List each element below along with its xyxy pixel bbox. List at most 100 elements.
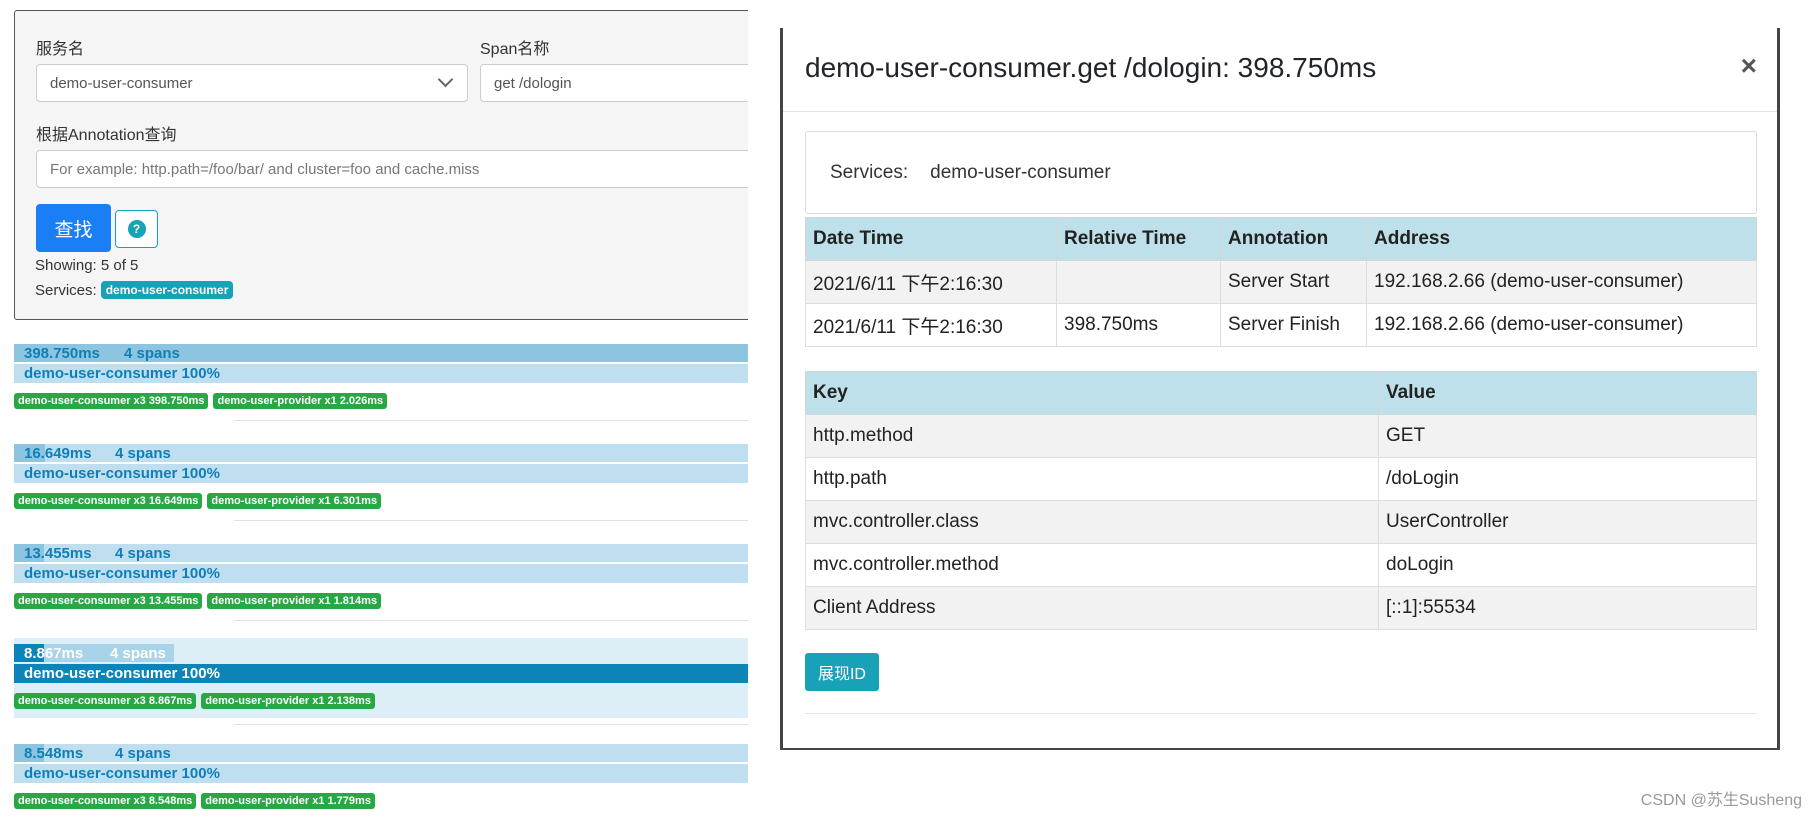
trace-service-tags: demo-user-consumer x3 16.649ms demo-user…	[14, 493, 382, 509]
table-cell: doLogin	[1378, 543, 1757, 587]
service-select[interactable]: demo-user-consumer	[36, 64, 468, 102]
service-tag: demo-user-consumer x3 8.548ms	[14, 793, 197, 809]
table-row: Client Address [::1]:55534	[805, 586, 1757, 630]
annotations-table: Date Time Relative Time Annotation Addre…	[805, 217, 1757, 347]
trace-service-tags: demo-user-consumer x3 13.455ms demo-user…	[14, 593, 382, 609]
table-cell: http.method	[805, 414, 1379, 458]
modal-header-divider	[783, 111, 1777, 112]
trace-item[interactable]: 8.548ms 4 spans demo-user-consumer 100% …	[14, 744, 748, 824]
trace-duration: 16.649ms	[24, 445, 92, 462]
trace-service-pct: demo-user-consumer 100%	[24, 565, 220, 582]
table-cell: mvc.controller.class	[805, 500, 1379, 544]
table-row: http.path /doLogin	[805, 457, 1757, 501]
table-cell: 398.750ms	[1056, 303, 1221, 347]
trace-service-pct: demo-user-consumer 100%	[24, 665, 220, 682]
trace-divider	[234, 420, 748, 421]
service-tag: demo-user-consumer x3 8.867ms	[14, 693, 197, 709]
services-key: Services:	[830, 161, 909, 183]
trace-item[interactable]: 16.649ms 4 spans demo-user-consumer 100%…	[14, 444, 748, 540]
left-panel: 服务名 demo-user-consumer Span名称 get /dolog…	[0, 0, 748, 824]
trace-service-tags: demo-user-consumer x3 398.750ms demo-use…	[14, 393, 388, 409]
service-select-value: demo-user-consumer	[50, 75, 193, 92]
modal-title: demo-user-consumer.get /dologin: 398.750…	[805, 52, 1377, 83]
column-header: Address	[1366, 217, 1757, 261]
trace-service-bar: demo-user-consumer 100%	[14, 764, 748, 783]
annotation-query-placeholder: For example: http.path=/foo/bar/ and clu…	[50, 161, 480, 178]
table-cell: mvc.controller.method	[805, 543, 1379, 587]
table-row: 2021/6/11 下午2:16:30 398.750ms Server Fin…	[805, 303, 1757, 347]
column-header: Date Time	[805, 217, 1057, 261]
trace-service-bar: demo-user-consumer 100%	[14, 364, 748, 383]
trace-service-tags: demo-user-consumer x3 8.867ms demo-user-…	[14, 693, 375, 709]
showing-count: Showing: 5 of 5	[35, 257, 139, 274]
help-button[interactable]: ?	[115, 210, 158, 248]
table-row: http.method GET	[805, 414, 1757, 458]
services-summary-label: Services:	[35, 281, 97, 299]
column-header: Annotation	[1220, 217, 1367, 261]
table-row: mvc.controller.method doLogin	[805, 543, 1757, 587]
trace-span-count: 4 spans	[115, 545, 171, 562]
service-name-label: 服务名	[36, 41, 85, 58]
trace-service-bar: demo-user-consumer 100%	[14, 464, 748, 483]
table-cell: [::1]:55534	[1378, 586, 1757, 630]
table-cell: 192.168.2.66 (demo-user-consumer)	[1366, 260, 1757, 304]
trace-duration: 13.455ms	[24, 545, 92, 562]
service-tag: demo-user-provider x1 6.301ms	[207, 493, 382, 509]
trace-span-count: 4 spans	[115, 745, 171, 762]
table-cell: 2021/6/11 下午2:16:30	[805, 260, 1057, 304]
trace-duration: 398.750ms	[24, 345, 100, 362]
span-name-value: get /dologin	[494, 75, 572, 92]
service-tag: demo-user-provider x1 1.779ms	[201, 793, 375, 809]
service-tag: demo-user-consumer x3 16.649ms	[14, 493, 203, 509]
trace-duration: 8.867ms	[24, 645, 84, 662]
table-cell	[1056, 260, 1221, 304]
table-cell: Server Finish	[1220, 303, 1367, 347]
service-badge[interactable]: demo-user-consumer	[100, 281, 234, 299]
close-icon[interactable]: ×	[1741, 50, 1757, 82]
trace-divider	[234, 724, 748, 725]
trace-divider	[234, 620, 748, 621]
trace-span-count: 4 spans	[124, 345, 180, 362]
table-cell: Client Address	[805, 586, 1379, 630]
watermark: CSDN @苏生Susheng	[1640, 792, 1802, 809]
trace-service-pct: demo-user-consumer 100%	[24, 365, 220, 382]
trace-service-bar: demo-user-consumer 100%	[14, 664, 748, 683]
trace-duration: 8.548ms	[24, 745, 84, 762]
table-row: mvc.controller.class UserController	[805, 500, 1757, 544]
modal-footer-divider	[805, 713, 1757, 714]
trace-item[interactable]: 13.455ms 4 spans demo-user-consumer 100%…	[14, 544, 748, 640]
chevron-down-icon	[437, 71, 454, 88]
service-tag: demo-user-provider x1 2.138ms	[201, 693, 375, 709]
service-tag: demo-user-provider x1 2.026ms	[213, 393, 388, 409]
question-circle-icon: ?	[127, 220, 146, 238]
table-header-row: Date Time Relative Time Annotation Addre…	[805, 217, 1757, 261]
trace-divider	[234, 520, 748, 521]
annotation-query-label: 根据Annotation查询	[36, 127, 177, 144]
show-ids-button[interactable]: 展现ID	[805, 653, 879, 691]
services-card: Services: demo-user-consumer	[805, 131, 1757, 214]
services-summary: Services: demo-user-consumer	[35, 281, 234, 299]
table-row: 2021/6/11 下午2:16:30 Server Start 192.168…	[805, 260, 1757, 304]
trace-span-count: 4 spans	[115, 445, 171, 462]
trace-service-pct: demo-user-consumer 100%	[24, 465, 220, 482]
trace-item-selected[interactable]: 8.867ms 4 spans demo-user-consumer 100% …	[14, 638, 748, 734]
table-cell: /doLogin	[1378, 457, 1757, 501]
annotation-query-input[interactable]: For example: http.path=/foo/bar/ and clu…	[36, 150, 748, 188]
trace-span-count: 4 spans	[106, 645, 170, 662]
span-name-select[interactable]: get /dologin	[480, 64, 748, 102]
search-button[interactable]: 查找	[36, 204, 111, 252]
trace-service-pct: demo-user-consumer 100%	[24, 765, 220, 782]
table-cell: UserController	[1378, 500, 1757, 544]
trace-service-tags: demo-user-consumer x3 8.548ms demo-user-…	[14, 793, 375, 809]
column-header: Key	[805, 371, 1379, 415]
table-cell: GET	[1378, 414, 1757, 458]
service-tag: demo-user-provider x1 1.814ms	[207, 593, 382, 609]
span-name-label: Span名称	[480, 41, 550, 58]
table-cell: 192.168.2.66 (demo-user-consumer)	[1366, 303, 1757, 347]
trace-item[interactable]: 398.750ms 4 spans demo-user-consumer 100…	[14, 344, 748, 440]
table-cell: http.path	[805, 457, 1379, 501]
services-value: demo-user-consumer	[930, 161, 1111, 183]
search-form: 服务名 demo-user-consumer Span名称 get /dolog…	[14, 10, 748, 320]
tags-table: Key Value http.method GET http.path /doL…	[805, 371, 1757, 630]
table-cell: Server Start	[1220, 260, 1367, 304]
